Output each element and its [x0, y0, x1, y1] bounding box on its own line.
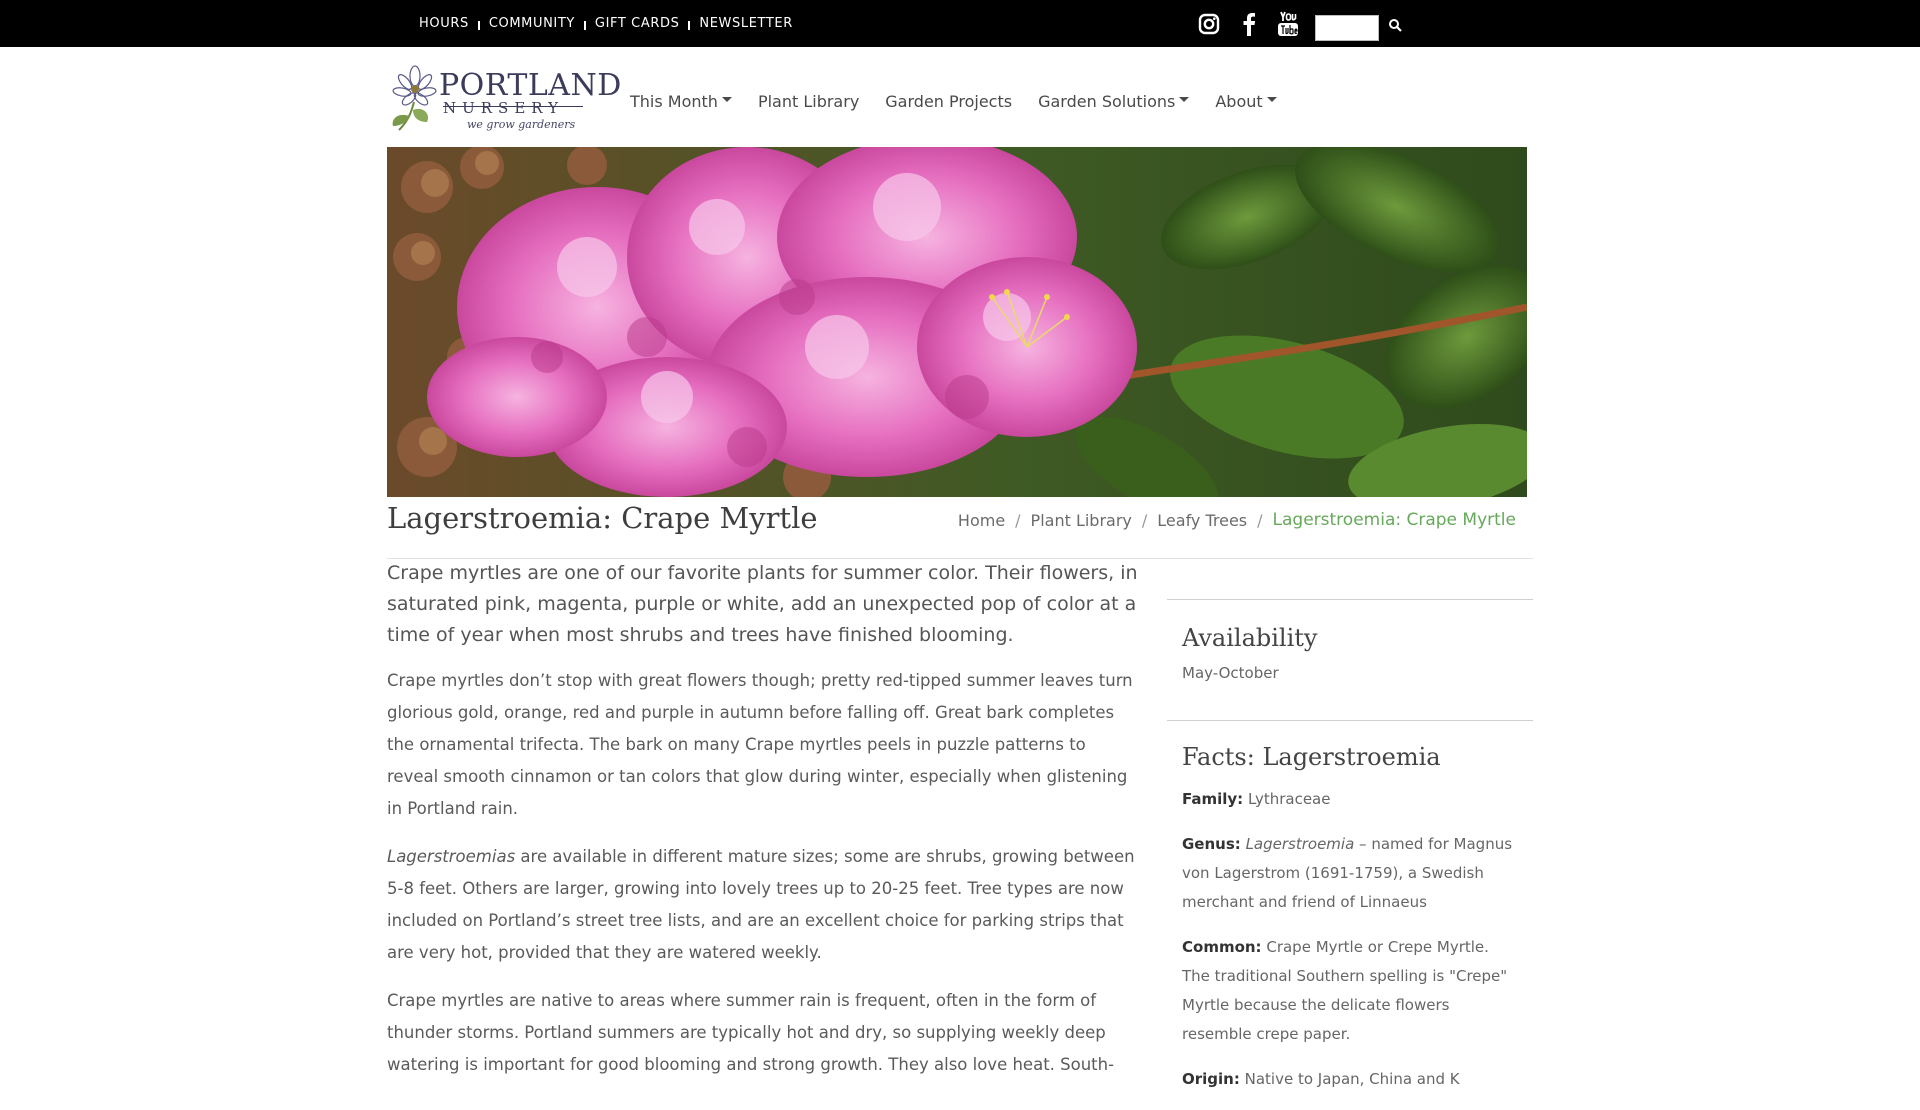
fact-genus-name: Lagerstroemia: [1245, 835, 1355, 853]
breadcrumb-separator: /: [1015, 510, 1021, 530]
hero-image: [387, 147, 1527, 497]
fact-label: Origin:: [1182, 1070, 1240, 1088]
dropdown-caret-icon: [721, 97, 732, 102]
top-bar: HOURS COMMUNITY GIFT CARDS NEWSLETTER: [0, 0, 1920, 47]
body-paragraph: Crape myrtles don’t stop with great flow…: [387, 671, 1133, 818]
link-separator: [477, 21, 480, 30]
youtube-icon[interactable]: [1277, 0, 1299, 47]
breadcrumb-home[interactable]: Home: [958, 511, 1005, 530]
dropdown-caret-icon: [1266, 97, 1277, 102]
portland-nursery-logo[interactable]: PORTLAND NURSERY we grow gardeners: [387, 64, 621, 132]
fact-label: Genus:: [1182, 835, 1241, 853]
nav-this-month[interactable]: This Month: [630, 92, 732, 111]
instagram-icon[interactable]: [1198, 0, 1220, 47]
utility-links: HOURS COMMUNITY GIFT CARDS NEWSLETTER: [419, 0, 793, 47]
search-input[interactable]: [1315, 15, 1379, 41]
nav-about[interactable]: About: [1215, 92, 1277, 111]
link-separator: [583, 21, 586, 30]
gift-cards-link[interactable]: GIFT CARDS: [595, 16, 680, 31]
fact-label: Common:: [1182, 938, 1262, 956]
nav-plant-library[interactable]: Plant Library: [758, 92, 859, 111]
logo-tagline: we grow gardeners: [467, 118, 576, 131]
fact-genus: Genus: Lagerstroemia – named for Magnus …: [1182, 830, 1518, 917]
availability-heading: Availability: [1182, 624, 1318, 652]
newsletter-link[interactable]: NEWSLETTER: [699, 16, 792, 31]
dropdown-caret-icon: [1179, 97, 1190, 102]
nav-label: About: [1215, 92, 1263, 111]
nav-garden-solutions[interactable]: Garden Solutions: [1038, 92, 1190, 111]
community-link[interactable]: COMMUNITY: [489, 16, 575, 31]
facebook-icon[interactable]: [1242, 0, 1256, 47]
fact-value: Lythraceae: [1247, 790, 1331, 808]
fact-family: Family: Lythraceae: [1182, 785, 1518, 814]
lead-paragraph: Crape myrtles are one of our favorite pl…: [387, 562, 1138, 646]
fact-label: Family:: [1182, 790, 1244, 808]
search-icon[interactable]: [1388, 17, 1404, 33]
article-body: Crape myrtles are one of our favorite pl…: [387, 558, 1142, 1081]
breadcrumb-separator: /: [1257, 510, 1263, 530]
hours-link[interactable]: HOURS: [419, 16, 469, 31]
flower-logo-icon: [392, 65, 437, 131]
body-paragraph: Crape myrtles are native to areas where …: [387, 991, 1115, 1074]
fact-value: Native to Japan, China and K: [1244, 1070, 1460, 1088]
body-paragraph: Lagerstroemias are available in differen…: [387, 841, 1142, 969]
breadcrumb: Home / Plant Library / Leafy Trees / Lag…: [958, 510, 1516, 530]
logo-wordmark-nursery: NURSERY: [443, 99, 565, 117]
nav-label: Garden Solutions: [1038, 92, 1176, 111]
breadcrumb-leafy-trees[interactable]: Leafy Trees: [1157, 511, 1247, 530]
sidebar: Availability May-October Facts: Lagerstr…: [1167, 599, 1533, 1110]
page-title: Lagerstroemia: Crape Myrtle: [387, 501, 818, 535]
emphasis-text: Lagerstroemias: [387, 847, 516, 866]
nav-label: This Month: [630, 92, 718, 111]
breadcrumb-separator: /: [1141, 510, 1148, 530]
main-navigation: This Month Plant Library Garden Projects…: [630, 92, 1303, 111]
fact-common: Common: Crape Myrtle or Crepe Myrtle. Th…: [1182, 933, 1518, 1049]
breadcrumb-current: Lagerstroemia: Crape Myrtle: [1272, 510, 1516, 530]
nav-garden-projects[interactable]: Garden Projects: [885, 92, 1012, 111]
facts-heading: Facts: Lagerstroemia: [1182, 743, 1441, 771]
nav-label: Plant Library: [757, 92, 860, 111]
availability-section: Availability May-October: [1167, 600, 1533, 720]
facts-section: Facts: Lagerstroemia Family: Lythraceae …: [1167, 721, 1533, 1094]
availability-value: May-October: [1182, 664, 1279, 682]
breadcrumb-plant-library[interactable]: Plant Library: [1031, 511, 1132, 530]
logo-wordmark-portland: PORTLAND: [439, 68, 622, 103]
nav-label: Garden Projects: [885, 92, 1013, 111]
link-separator: [688, 21, 691, 30]
